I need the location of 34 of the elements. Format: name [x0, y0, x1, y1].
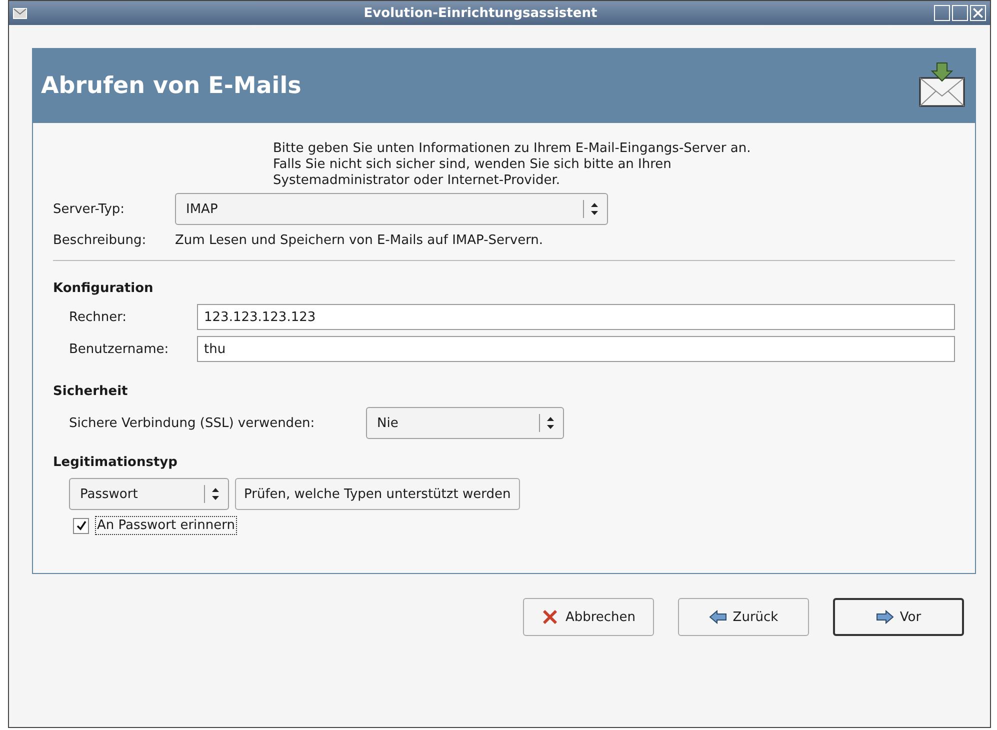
text-field[interactable]: thu — [197, 336, 955, 362]
arrow-right-icon — [876, 610, 894, 624]
section-heading: Konfiguration — [53, 281, 154, 296]
mail-download-icon — [917, 62, 967, 110]
page-title: Abrufen von E-Mails — [41, 73, 302, 99]
checkbox-label[interactable]: An Passwort erinnern — [95, 516, 237, 535]
checkbox[interactable] — [73, 518, 89, 534]
intro-text: Bitte geben Sie unten Informationen zu Ihrem E-Mail-Eingangs-Server an. Falls Sie nicht sich sicher sind, wenden Sie sich bitte an Ihren Systemadministrator oder Internet-Provider. — [273, 141, 752, 189]
cancel-button[interactable]: Abbrechen — [523, 598, 654, 636]
section-heading: Sicherheit — [53, 384, 129, 399]
description-label: Beschreibung: — [53, 233, 148, 248]
forward-button[interactable]: Vor — [833, 598, 964, 636]
arrow-left-icon — [708, 610, 727, 624]
spin-arrows-icon — [211, 487, 220, 501]
server-type-label: Server-Typ: — [53, 202, 126, 216]
ssl-label: Sichere Verbindung (SSL) verwenden: — [69, 416, 316, 430]
auth-type-dropdown[interactable]: Passwort — [69, 478, 229, 510]
description-text: Zum Lesen und Speichern von E-Mails auf IMAP-Servern. — [175, 233, 544, 248]
mail-icon — [13, 8, 27, 18]
section-heading: Legitimationstyp — [53, 455, 178, 470]
close-button[interactable] — [970, 5, 986, 21]
server-type-dropdown[interactable]: IMAP — [175, 193, 608, 225]
spin-arrows-icon — [590, 202, 599, 216]
maximize-button[interactable] — [952, 5, 968, 21]
text-field[interactable]: 123.123.123.123 — [197, 304, 955, 330]
window-title: Evolution-Einrichtungsassistent — [362, 6, 598, 20]
ssl-dropdown[interactable]: Nie — [366, 407, 564, 439]
spin-arrows-icon — [546, 416, 555, 430]
field-label: Benutzername: — [69, 342, 170, 356]
minimize-button[interactable] — [934, 5, 950, 21]
field-label: Rechner: — [69, 310, 128, 324]
back-button[interactable]: Zurück — [678, 598, 809, 636]
close-icon — [541, 608, 560, 626]
check-types-button[interactable]: Prüfen, welche Typen unterstützt werden — [235, 478, 520, 510]
